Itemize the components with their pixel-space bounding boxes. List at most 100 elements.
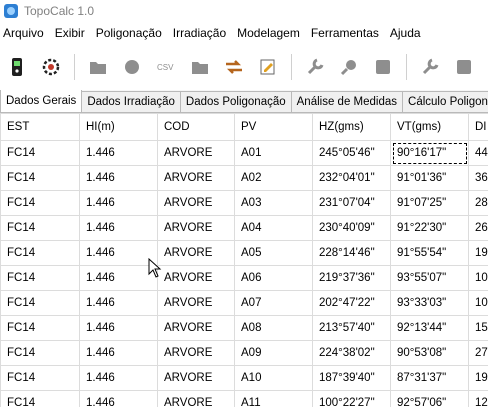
table-row[interactable]: FC14 1.446 ARVORE A10 187°39'40" 87°31'3… [0,365,488,391]
menu-modelagem[interactable]: Modelagem [233,26,307,40]
cell-est[interactable]: FC14 [0,165,80,191]
cell-hi[interactable]: 1.446 [79,215,158,241]
cell-pv[interactable]: A07 [234,290,313,316]
table-row[interactable]: FC14 1.446 ARVORE A03 231°07'04" 91°07'2… [0,190,488,216]
cell-est[interactable]: FC14 [0,215,80,241]
cell-pv[interactable]: A09 [234,340,313,366]
wrench-2-icon[interactable] [418,55,442,79]
cell-cod[interactable]: ARVORE [157,315,235,341]
cell-est[interactable]: FC14 [0,290,80,316]
cell-vt[interactable]: 87°31'37" [390,365,469,391]
cell-pv[interactable]: A08 [234,315,313,341]
wrench-icon[interactable] [303,55,327,79]
folder-2-icon[interactable] [188,55,212,79]
cell-hi[interactable]: 1.446 [79,340,158,366]
cell-pv[interactable]: A01 [234,140,313,166]
cell-di[interactable]: 10 [468,290,488,316]
cell-hz[interactable]: 230°40'09" [312,215,391,241]
cell-pv[interactable]: A06 [234,265,313,291]
cell-est[interactable]: FC14 [0,340,80,366]
cell-pv[interactable]: A04 [234,215,313,241]
cell-cod[interactable]: ARVORE [157,340,235,366]
table-row[interactable]: FC14 1.446 ARVORE A02 232°04'01" 91°01'3… [0,165,488,191]
cell-cod[interactable]: ARVORE [157,365,235,391]
column-header-vt[interactable]: VT(gms) [390,113,469,141]
cell-pv[interactable]: A10 [234,365,313,391]
table-row[interactable]: FC14 1.446 ARVORE A07 202°47'22" 93°33'0… [0,290,488,316]
cell-cod[interactable]: ARVORE [157,240,235,266]
tab-calculo-poligonacao[interactable]: Cálculo Poligonação [402,91,488,112]
cell-hz[interactable]: 219°37'36" [312,265,391,291]
cell-hz[interactable]: 100°22'27" [312,390,391,407]
cell-di[interactable]: 19 [468,240,488,266]
cell-est[interactable]: FC14 [0,365,80,391]
cell-di[interactable]: 26 [468,215,488,241]
cell-pv[interactable]: A02 [234,165,313,191]
cell-hz[interactable]: 232°04'01" [312,165,391,191]
cell-hi[interactable]: 1.446 [79,265,158,291]
cell-cod[interactable]: ARVORE [157,390,235,407]
cell-cod[interactable]: ARVORE [157,215,235,241]
table-row[interactable]: FC14 1.446 ARVORE A11 100°22'27" 92°57'0… [0,390,488,407]
cell-hi[interactable]: 1.446 [79,190,158,216]
tab-dados-gerais[interactable]: Dados Gerais [0,90,83,112]
cell-di[interactable]: 10 [468,265,488,291]
cell-di[interactable]: 19 [468,365,488,391]
menu-exibir[interactable]: Exibir [51,26,92,40]
cell-di[interactable]: 36 [468,165,488,191]
cell-hi[interactable]: 1.446 [79,290,158,316]
square-icon[interactable] [371,55,395,79]
column-header-cod[interactable]: COD [157,113,235,141]
settings-gear-icon[interactable] [39,55,63,79]
cell-cod[interactable]: ARVORE [157,290,235,316]
cell-pv[interactable]: A05 [234,240,313,266]
cell-di[interactable]: 28 [468,190,488,216]
cell-hz[interactable]: 202°47'22" [312,290,391,316]
column-header-est[interactable]: EST [0,113,80,141]
tab-dados-poligonacao[interactable]: Dados Poligonação [179,91,292,112]
gps-device-icon[interactable] [5,55,29,79]
cell-vt-focused[interactable]: 90°16'17" [390,140,469,166]
cell-di[interactable]: 44 [468,140,488,166]
cell-vt[interactable]: 91°07'25" [390,190,469,216]
cell-cod[interactable]: ARVORE [157,140,235,166]
table-row[interactable]: FC14 1.446 ARVORE A09 224°38'02" 90°53'0… [0,340,488,366]
cell-hi[interactable]: 1.446 [79,365,158,391]
menu-arquivo[interactable]: Arquivo [0,26,51,40]
table-row[interactable]: FC14 1.446 ARVORE A08 213°57'40" 92°13'4… [0,315,488,341]
cell-est[interactable]: FC14 [0,190,80,216]
tab-dados-irradiacao[interactable]: Dados Irradiação [81,91,181,112]
cell-hi[interactable]: 1.446 [79,240,158,266]
column-header-di[interactable]: DI [468,113,488,141]
table-row[interactable]: FC14 1.446 ARVORE A05 228°14'46" 91°55'5… [0,240,488,266]
magnifier-icon[interactable] [337,55,361,79]
cell-hz[interactable]: 224°38'02" [312,340,391,366]
data-table[interactable]: EST HI(m) COD PV HZ(gms) VT(gms) DI FC14… [0,113,488,407]
import-arrows-icon[interactable] [222,55,246,79]
cell-hi[interactable]: 1.446 [79,315,158,341]
cell-hi[interactable]: 1.446 [79,165,158,191]
edit-note-icon[interactable] [256,55,280,79]
column-header-hz[interactable]: HZ(gms) [312,113,391,141]
cell-hz[interactable]: 187°39'40" [312,365,391,391]
cell-hz[interactable]: 213°57'40" [312,315,391,341]
cell-hz[interactable]: 228°14'46" [312,240,391,266]
column-header-pv[interactable]: PV [234,113,313,141]
cell-est[interactable]: FC14 [0,240,80,266]
cell-di[interactable]: 15 [468,315,488,341]
cell-hz[interactable]: 231°07'04" [312,190,391,216]
cell-cod[interactable]: ARVORE [157,190,235,216]
cell-hz[interactable]: 245°05'46" [312,140,391,166]
cell-di[interactable]: 12 [468,390,488,407]
cell-vt[interactable]: 92°57'06" [390,390,469,407]
cell-cod[interactable]: ARVORE [157,265,235,291]
csv-icon[interactable]: CSV [154,55,178,79]
cell-pv[interactable]: A11 [234,390,313,407]
cell-vt[interactable]: 93°55'07" [390,265,469,291]
cell-hi[interactable]: 1.446 [79,390,158,407]
cell-vt[interactable]: 91°22'30" [390,215,469,241]
cell-pv[interactable]: A03 [234,190,313,216]
tab-analise-medidas[interactable]: Análise de Medidas [290,91,404,112]
cell-vt[interactable]: 92°13'44" [390,315,469,341]
cell-est[interactable]: FC14 [0,390,80,407]
